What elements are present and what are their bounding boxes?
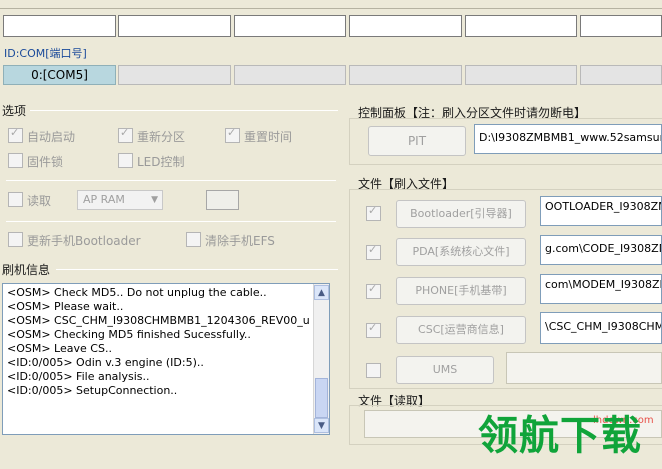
log-line: <OSM> Please wait.. [7, 300, 124, 313]
bootloader-path-field[interactable]: OOTLOADER_I9308ZM [540, 196, 662, 226]
com-port-cell-4[interactable] [349, 65, 462, 85]
scroll-up-icon[interactable]: ▲ [314, 285, 329, 300]
status-cell-2 [118, 15, 231, 37]
options-divider-3 [6, 221, 336, 222]
csc-path-field[interactable]: \CSC_CHM_I9308CHM [540, 312, 662, 344]
com-port-cell-5[interactable] [465, 65, 577, 85]
log-line: <OSM> Checking MD5 finished Sucessfully.… [7, 328, 251, 341]
top-status-strip [0, 0, 662, 9]
update-bootloader-checkbox[interactable] [8, 232, 23, 247]
options-divider-2 [6, 180, 336, 181]
scroll-down-icon[interactable]: ▼ [314, 418, 329, 433]
repartition-checkbox[interactable] [118, 126, 133, 143]
pda-button[interactable]: PDA[系统核心文件] [396, 238, 526, 266]
option-firmware-lock[interactable]: 固件锁 [8, 153, 63, 170]
option-reset-time[interactable]: 重置时间 [225, 126, 292, 145]
firmware-lock-checkbox[interactable] [8, 153, 23, 168]
bootloader-checkbox[interactable] [366, 204, 381, 221]
com-port-cell-2[interactable] [118, 65, 231, 85]
csc-checkbox[interactable] [366, 321, 381, 338]
log-line: <ID:0/005> SetupConnection.. [7, 384, 178, 397]
option-clear-efs[interactable]: 清除手机EFS [186, 232, 275, 249]
log-line: <OSM> CSC_CHM_I9308CHMBMB1_1204306_REV00… [7, 314, 309, 327]
log-panel[interactable]: <OSM> Check MD5.. Do not unplug the cabl… [2, 283, 330, 435]
watermark-brand: 领航下载 [478, 413, 642, 459]
ums-row [366, 363, 385, 379]
csc-row [366, 321, 385, 339]
phone-button[interactable]: PHONE[手机基带] [396, 277, 526, 305]
pda-row [366, 243, 385, 261]
com-port-cell-6[interactable] [580, 65, 662, 85]
option-update-bootloader[interactable]: 更新手机Bootloader [8, 232, 141, 249]
ums-button[interactable]: UMS [396, 356, 494, 384]
scroll-thumb[interactable] [315, 378, 328, 418]
log-scrollbar[interactable]: ▲ ▼ [313, 284, 329, 434]
csc-button[interactable]: CSC[运营商信息] [396, 316, 526, 344]
pda-checkbox[interactable] [366, 243, 381, 260]
status-cell-4 [349, 15, 462, 37]
reset-time-checkbox[interactable] [225, 126, 240, 143]
phone-path-field[interactable]: com\MODEM_I9308ZM [540, 274, 662, 304]
pit-button[interactable]: PIT [368, 126, 466, 156]
status-cell-6 [580, 15, 662, 37]
com-port-value: 0:[COM5] [31, 68, 88, 82]
status-cell-5 [465, 15, 577, 37]
phone-row [366, 282, 385, 300]
option-repartition[interactable]: 重新分区 [118, 126, 185, 145]
option-auto-reboot[interactable]: 自动启动 [8, 126, 75, 145]
bootloader-button[interactable]: Bootloader[引导器] [396, 200, 526, 228]
log-line: <ID:0/005> File analysis.. [7, 370, 150, 383]
clear-efs-checkbox[interactable] [186, 232, 201, 247]
option-read[interactable]: 读取 [8, 192, 51, 209]
log-line: <OSM> Check MD5.. Do not unplug the cabl… [7, 286, 267, 299]
pit-path-field[interactable]: D:\I9308ZMBMB1_www.52samsung [474, 124, 662, 154]
ums-checkbox[interactable] [366, 363, 381, 378]
read-size-box[interactable] [206, 190, 239, 210]
ap-ram-select[interactable]: AP RAM ▼ [77, 190, 163, 210]
pda-path-field[interactable]: g.com\CODE_I9308ZM [540, 235, 662, 265]
com-port-label: ID:COM[端口号] [4, 47, 87, 60]
flash-info-divider [56, 269, 338, 270]
flash-info-title: 刷机信息 [2, 263, 51, 277]
com-port-cell-3[interactable] [234, 65, 346, 85]
status-cell-3 [234, 15, 346, 37]
bootloader-row [366, 204, 385, 222]
led-control-checkbox[interactable] [118, 153, 133, 168]
auto-reboot-checkbox[interactable] [8, 126, 23, 143]
chevron-down-icon: ▼ [151, 195, 158, 205]
read-checkbox[interactable] [8, 192, 23, 207]
log-line: <OSM> Leave CS.. [7, 342, 112, 355]
phone-checkbox[interactable] [366, 282, 381, 299]
ums-path-field[interactable] [506, 352, 662, 384]
status-cell-1 [3, 15, 116, 37]
option-led-control[interactable]: LED控制 [118, 153, 185, 170]
options-title: 选项 [2, 104, 27, 118]
log-line: <ID:0/005> Odin v.3 engine (ID:5).. [7, 356, 204, 369]
options-divider [30, 110, 338, 111]
com-port-cell-active[interactable]: 0:[COM5] [3, 65, 116, 85]
